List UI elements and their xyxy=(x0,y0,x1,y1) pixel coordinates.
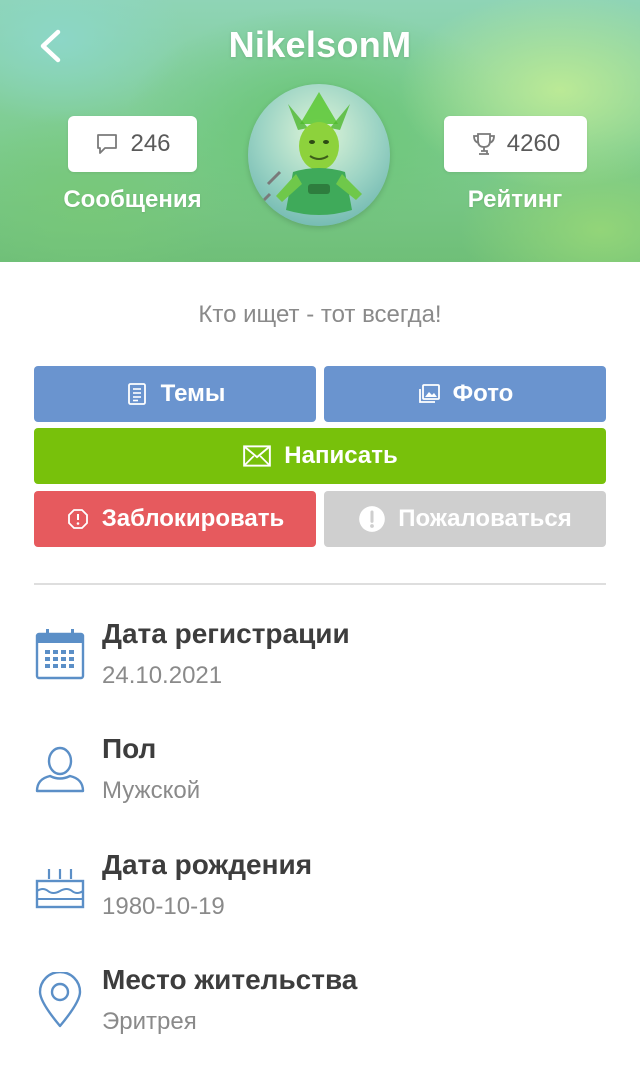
registration-date-label: Дата регистрации xyxy=(102,618,350,649)
photo-gallery-icon xyxy=(418,384,440,403)
block-user-button-label: Заблокировать xyxy=(101,505,285,532)
trophy-icon xyxy=(472,133,495,155)
report-user-button-label: Пожаловаться xyxy=(398,505,572,532)
exclamation-circle-icon xyxy=(359,506,386,532)
birth-date-label: Дата рождения xyxy=(102,849,313,880)
avatar-image xyxy=(248,84,390,226)
block-user-button[interactable]: Заблокировать xyxy=(34,491,316,547)
write-message-button[interactable]: Написать xyxy=(34,428,606,484)
write-message-button-label: Написать xyxy=(284,442,398,469)
info-row-registration-date: Дата регистрации 24.10.2021 xyxy=(34,618,606,708)
gender-value: Мужской xyxy=(102,777,201,804)
avatar[interactable] xyxy=(248,84,390,226)
person-icon xyxy=(35,746,85,793)
block-octagon-icon xyxy=(67,509,88,529)
rating-label: Рейтинг xyxy=(467,186,563,213)
location-pin-icon xyxy=(38,970,82,1028)
envelope-icon xyxy=(243,445,272,467)
profile-username: NikelsonM xyxy=(228,24,412,65)
message-bubble-icon xyxy=(97,134,118,154)
photo-button[interactable]: Фото xyxy=(324,366,606,422)
location-value: Эритрея xyxy=(102,1008,197,1035)
topics-button[interactable]: Темы xyxy=(34,366,316,422)
location-label: Место жительства xyxy=(102,964,358,995)
profile-header: NikelsonM 246 Сообщения 4260 Рейтинг xyxy=(0,0,640,262)
report-user-button[interactable]: Пожаловаться xyxy=(324,491,606,547)
rating-count-box[interactable]: 4260 xyxy=(444,116,587,172)
topics-button-label: Темы xyxy=(160,380,226,407)
document-icon xyxy=(127,383,146,405)
calendar-icon xyxy=(35,629,85,680)
registration-date-value: 24.10.2021 xyxy=(102,662,223,689)
messages-count-box[interactable]: 246 xyxy=(68,116,197,172)
photo-button-label: Фото xyxy=(452,380,514,407)
profile-status: Кто ищет - тот всегда! xyxy=(198,301,442,328)
gender-label: Пол xyxy=(102,733,157,764)
section-divider xyxy=(34,583,606,585)
info-row-birth-date: Дата рождения 1980-10-19 xyxy=(34,849,606,939)
info-row-location: Место жительства Эритрея xyxy=(34,964,606,1054)
birthday-cake-icon xyxy=(35,869,85,909)
rating-count: 4260 xyxy=(506,130,561,157)
messages-label: Сообщения xyxy=(63,186,202,213)
messages-count: 246 xyxy=(130,130,171,157)
birth-date-value: 1980-10-19 xyxy=(102,893,225,920)
info-row-gender: Пол Мужской xyxy=(34,733,606,823)
